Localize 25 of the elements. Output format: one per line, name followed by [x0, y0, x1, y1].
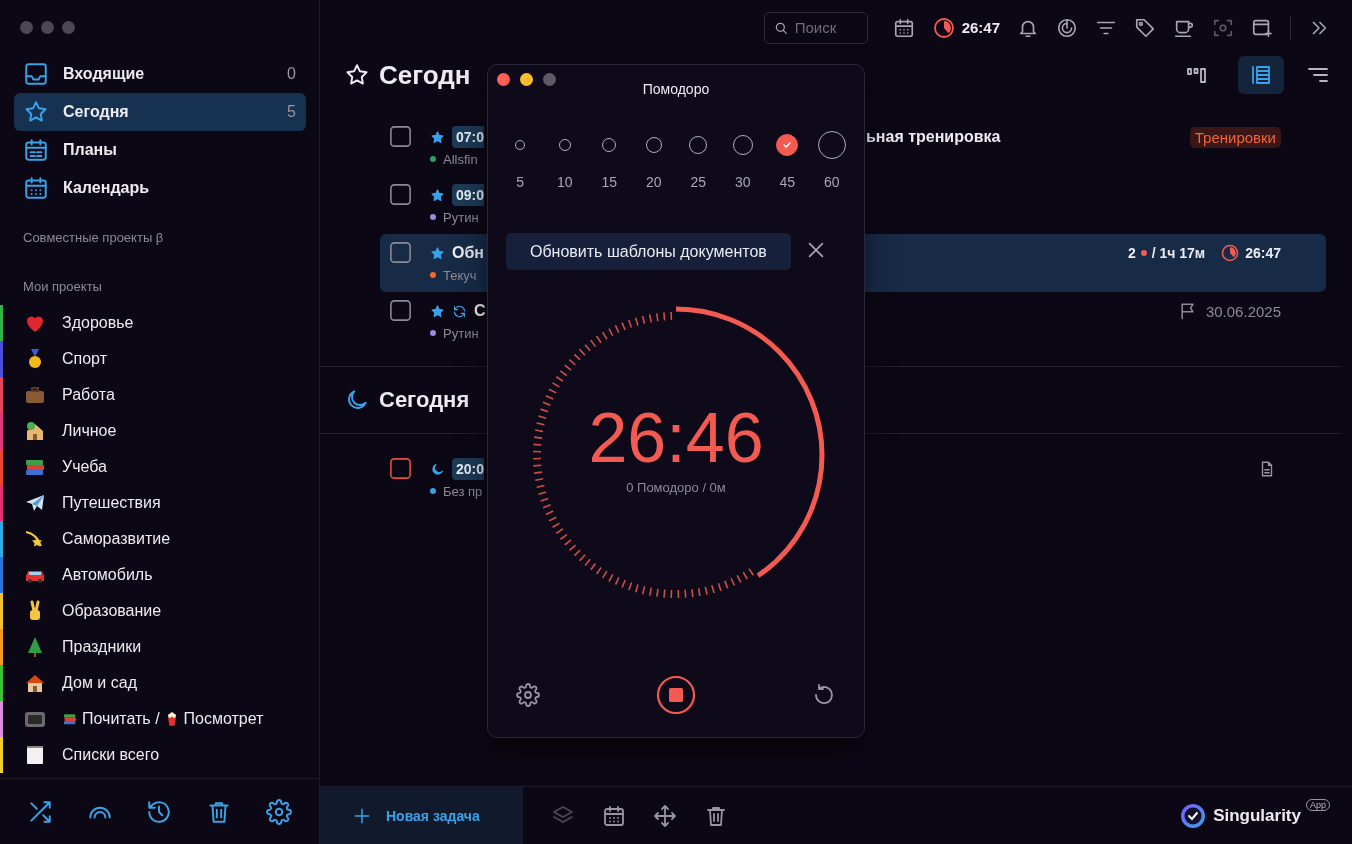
pomodoro-count: 2: [1127, 245, 1136, 261]
project-name: Allsfin: [443, 151, 478, 167]
task-title: Обн: [452, 244, 484, 262]
project-name: Рутин: [443, 209, 479, 225]
deadline-date: 30.06.2025: [1205, 302, 1281, 320]
time-badge: 20:0: [452, 458, 485, 480]
timer-display: 26:46: [588, 398, 764, 478]
current-task: Обновить шаблоны документов: [506, 233, 791, 270]
section-title: Сегодня: [379, 387, 470, 413]
time-badge: 09:0: [452, 184, 485, 206]
brand-name: Singularity: [1213, 805, 1301, 826]
window-title: Помодоро: [642, 81, 710, 97]
project-name: Рутин: [443, 325, 479, 341]
time-badge: 07:0: [452, 126, 485, 148]
time-spent: / 1ч 17м: [1151, 245, 1206, 261]
tag: Тренировки: [1189, 126, 1281, 148]
timer-value: 26:47: [1245, 245, 1281, 261]
page-title: Сегодн: [379, 59, 471, 91]
task-title: ьная тренировка: [866, 128, 1001, 146]
section-heading: Совместные проекты β: [22, 229, 165, 247]
pomodoro-summary: 0 Помодоро / 0м: [626, 480, 726, 495]
section-heading: Мои проекты: [22, 278, 103, 296]
task-title: С: [474, 302, 486, 320]
project-name: Текуч: [443, 267, 477, 283]
project-name: Без пр: [443, 483, 483, 499]
